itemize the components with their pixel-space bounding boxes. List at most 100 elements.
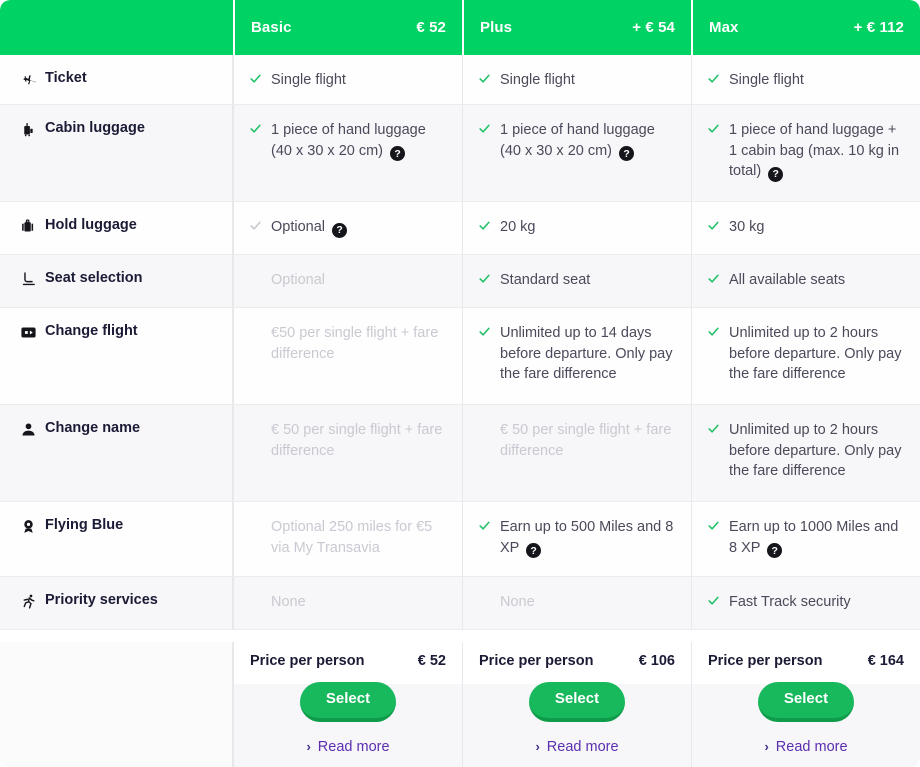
airplane-icon	[20, 71, 37, 88]
price-line: Price per person € 164	[692, 642, 920, 669]
cell-text: Standard seat	[500, 272, 591, 288]
check-icon	[707, 519, 720, 535]
check-icon	[249, 122, 262, 138]
select-button-basic[interactable]: Select	[299, 682, 397, 722]
cell-text: Single flight	[729, 72, 804, 88]
footer-column-basic: Price per person € 52 Select › Read more	[233, 642, 462, 767]
help-icon[interactable]: ?	[768, 166, 784, 182]
read-more-link-max[interactable]: › Read more	[764, 739, 847, 755]
check-icon	[707, 122, 720, 138]
chevron-right-icon: ›	[764, 739, 769, 755]
header-fare-max[interactable]: Max + € 112	[691, 0, 920, 55]
cell-text: Fast Track security	[729, 594, 851, 610]
fare-name: Basic	[251, 19, 292, 36]
cell-change-name-plus: € 50 per single flight + fare difference	[462, 405, 691, 501]
table-header: Basic € 52 Plus + € 54 Max + € 112	[0, 0, 920, 55]
row-label-priority-services: Priority services	[0, 577, 233, 629]
cell-seat-selection-basic: Optional	[233, 255, 462, 307]
price-line: Price per person € 106	[463, 642, 691, 669]
cell-hold-luggage-max: 30 kg	[691, 202, 920, 254]
select-button-max[interactable]: Select	[757, 682, 855, 722]
row-label-text: Change name	[45, 420, 141, 436]
price-label: Price per person	[250, 653, 365, 670]
check-icon-absent	[249, 325, 262, 341]
check-icon-absent	[249, 422, 262, 438]
row-label-text: Seat selection	[45, 270, 143, 286]
row-label-ticket: Ticket	[0, 55, 233, 104]
read-more-link-plus[interactable]: › Read more	[535, 739, 618, 755]
check-icon	[707, 72, 720, 88]
cell-flying-blue-max: Earn up to 1000 Miles and 8 XP ?	[691, 502, 920, 576]
cell-cabin-luggage-basic: 1 piece of hand luggage (40 x 30 x 20 cm…	[233, 105, 462, 201]
cell-text: All available seats	[729, 272, 846, 288]
check-icon-absent	[249, 519, 262, 535]
fare-price: + € 54	[632, 19, 675, 36]
cell-change-flight-max: Unlimited up to 2 hours before departure…	[691, 308, 920, 404]
cell-priority-services-basic: None	[233, 577, 462, 629]
cell-priority-services-plus: None	[462, 577, 691, 629]
row-label-hold-luggage: Hold luggage	[0, 202, 233, 254]
select-button-plus[interactable]: Select	[528, 682, 626, 722]
cell-hold-luggage-basic: Optional ?	[233, 202, 462, 254]
check-icon-muted	[249, 219, 262, 235]
fare-comparison-table: Basic € 52 Plus + € 54 Max + € 112 Ticke…	[0, 0, 920, 767]
help-icon[interactable]: ?	[619, 146, 635, 162]
help-icon[interactable]: ?	[767, 543, 783, 559]
header-fare-plus[interactable]: Plus + € 54	[462, 0, 691, 55]
cell-text: Optional	[271, 272, 326, 288]
check-icon-absent	[249, 272, 262, 288]
check-icon	[478, 72, 491, 88]
check-icon	[707, 272, 720, 288]
cell-change-flight-basic: €50 per single flight + fare difference	[233, 308, 462, 404]
read-more-label: Read more	[775, 738, 848, 755]
table-footer: Price per person € 52 Select › Read more…	[0, 642, 920, 767]
cell-text: 1 piece of hand luggage + 1 cabin bag (m…	[729, 122, 900, 182]
table-row-change-flight: Change flight €50 per single flight + far…	[0, 308, 920, 405]
cell-text: € 50 per single flight + fare difference	[271, 422, 443, 459]
change-flight-icon	[20, 324, 37, 341]
cell-hold-luggage-plus: 20 kg	[462, 202, 691, 254]
cell-seat-selection-plus: Standard seat	[462, 255, 691, 307]
cell-text: € 50 per single flight + fare difference	[500, 422, 672, 459]
footer-label-spacer	[0, 642, 233, 767]
header-fare-basic[interactable]: Basic € 52	[233, 0, 462, 55]
cell-text: €50 per single flight + fare difference	[271, 325, 439, 362]
cell-flying-blue-plus: Earn up to 500 Miles and 8 XP ?	[462, 502, 691, 576]
price-value: € 52	[417, 653, 446, 670]
cell-cabin-luggage-max: 1 piece of hand luggage + 1 cabin bag (m…	[691, 105, 920, 201]
seat-icon	[20, 271, 37, 288]
cell-text: Earn up to 500 Miles and 8 XP ?	[500, 519, 674, 559]
table-row-cabin-luggage: Cabin luggage 1 piece of hand luggage (40…	[0, 105, 920, 202]
running-person-icon	[20, 593, 37, 610]
cell-text: Single flight	[271, 72, 346, 88]
table-row-hold-luggage: Hold luggage Optional ? 20 kg 30 kg	[0, 202, 920, 255]
footer-column-plus: Price per person € 106 Select › Read mor…	[462, 642, 691, 767]
cell-text: None	[271, 594, 306, 610]
check-icon	[478, 122, 491, 138]
price-value: € 164	[867, 653, 904, 670]
medal-icon	[20, 518, 37, 535]
fare-name: Plus	[480, 19, 513, 36]
cell-priority-services-max: Fast Track security	[691, 577, 920, 629]
check-icon-absent	[478, 594, 491, 610]
check-icon	[707, 422, 720, 438]
cell-text: 1 piece of hand luggage (40 x 30 x 20 cm…	[500, 122, 655, 162]
check-icon-absent	[478, 422, 491, 438]
header-label-spacer	[0, 0, 233, 55]
cell-ticket-plus: Single flight	[462, 55, 691, 104]
read-more-link-basic[interactable]: › Read more	[306, 739, 389, 755]
chevron-right-icon: ›	[535, 739, 540, 755]
cell-change-name-max: Unlimited up to 2 hours before departure…	[691, 405, 920, 501]
help-icon[interactable]: ?	[390, 146, 406, 162]
check-icon	[707, 219, 720, 235]
cell-ticket-max: Single flight	[691, 55, 920, 104]
row-label-text: Cabin luggage	[45, 120, 145, 136]
help-icon[interactable]: ?	[526, 543, 542, 559]
help-icon[interactable]: ?	[332, 222, 348, 238]
cell-change-name-basic: € 50 per single flight + fare difference	[233, 405, 462, 501]
row-label-text: Hold luggage	[45, 217, 137, 233]
row-label-text: Ticket	[45, 70, 87, 86]
price-label: Price per person	[708, 653, 823, 670]
cell-text: Unlimited up to 14 days before departure…	[500, 325, 673, 383]
table-body: Ticket Single flight Single flight Single f…	[0, 55, 920, 642]
